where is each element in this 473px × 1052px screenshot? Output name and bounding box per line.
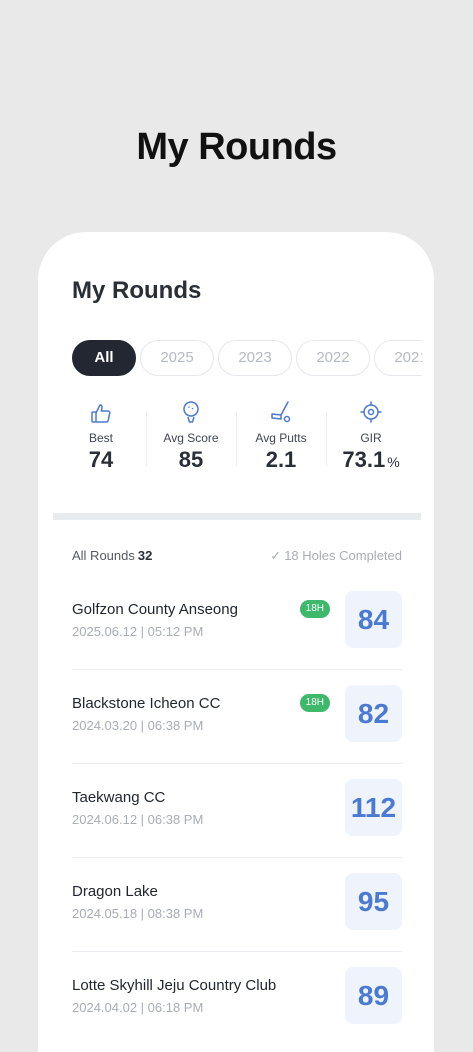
round-item[interactable]: Dragon Lake 2024.05.18 | 08:38 PM 95 — [72, 857, 402, 952]
filter-chip-2025[interactable]: 2025 — [140, 340, 214, 376]
round-score: 89 — [345, 967, 402, 1024]
course-name: Blackstone Icheon CC — [72, 695, 221, 712]
round-item[interactable]: Blackstone Icheon CC 2024.03.20 | 06:38 … — [72, 669, 402, 764]
round-item[interactable]: Taekwang CC 2024.06.12 | 06:38 PM 112 — [72, 763, 402, 858]
filter-chip-2023[interactable]: 2023 — [218, 340, 292, 376]
round-score: 112 — [345, 779, 402, 836]
round-item[interactable]: Lotte Skyhill Jeju Country Club 2024.04.… — [72, 951, 402, 1045]
stat-value: 2.1 — [265, 447, 297, 472]
hero-title: My Rounds — [136, 126, 337, 168]
round-date: 2024.06.12 | 06:38 PM — [72, 812, 204, 827]
phone-screen: My Rounds All2025202320222021 Best 74 — [38, 232, 434, 1052]
putter-icon — [236, 400, 326, 424]
stat-avg-putts: Avg Putts 2.1 — [236, 400, 326, 480]
year-filter-chips: All2025202320222021 — [72, 340, 422, 376]
filter-chip-2021[interactable]: 2021 — [374, 340, 422, 376]
golf-ball-icon — [146, 400, 236, 424]
stat-value: 85 — [178, 447, 204, 472]
filter-chip-all[interactable]: All — [72, 340, 136, 376]
stat-best: Best 74 — [56, 400, 146, 480]
stat-avg-score: Avg Score 85 — [146, 400, 236, 480]
all-rounds-label: All Rounds — [72, 548, 135, 563]
check-icon: ✓ — [270, 548, 282, 563]
stat-value: 74 — [88, 447, 114, 472]
holes-badge: 18H — [299, 694, 330, 712]
stat-label: Best — [88, 431, 113, 445]
rounds-count: 32 — [137, 548, 153, 563]
thumbs-up-icon — [56, 400, 146, 424]
stats-summary: Best 74 Avg Score 85 Avg Putts 2.1 GIR 7… — [56, 400, 416, 480]
course-name: Taekwang CC — [72, 789, 166, 806]
round-score: 95 — [345, 873, 402, 930]
stat-value: 73.1% — [342, 447, 400, 472]
round-date: 2025.06.12 | 05:12 PM — [72, 624, 204, 639]
stat-label: Avg Putts — [255, 431, 307, 445]
rounds-list-header: All Rounds 32 ✓ 18 Holes Completed — [72, 548, 402, 563]
course-name: Dragon Lake — [72, 883, 158, 900]
stat-label: Avg Score — [163, 431, 219, 445]
round-score: 84 — [345, 591, 402, 648]
round-date: 2024.04.02 | 06:18 PM — [72, 1000, 204, 1015]
round-date: 2024.03.20 | 06:38 PM — [72, 718, 204, 733]
course-name: Lotte Skyhill Jeju Country Club — [72, 977, 277, 994]
filter-chip-2022[interactable]: 2022 — [296, 340, 370, 376]
course-name: Golfzon County Anseong — [72, 601, 238, 618]
holes-completed-label: 18 Holes Completed — [284, 548, 402, 563]
stat-label: GIR — [360, 431, 382, 445]
page-title: My Rounds — [72, 277, 202, 304]
round-score: 82 — [345, 685, 402, 742]
holes-completed-filter[interactable]: ✓ 18 Holes Completed — [270, 548, 402, 564]
holes-badge: 18H — [299, 600, 330, 618]
round-item[interactable]: Golfzon County Anseong 2025.06.12 | 05:1… — [72, 575, 402, 670]
stat-gir: GIR 73.1% — [326, 400, 416, 480]
section-divider — [53, 513, 421, 520]
target-icon — [326, 400, 416, 424]
stat-unit: % — [387, 454, 400, 470]
round-date: 2024.05.18 | 08:38 PM — [72, 906, 204, 921]
